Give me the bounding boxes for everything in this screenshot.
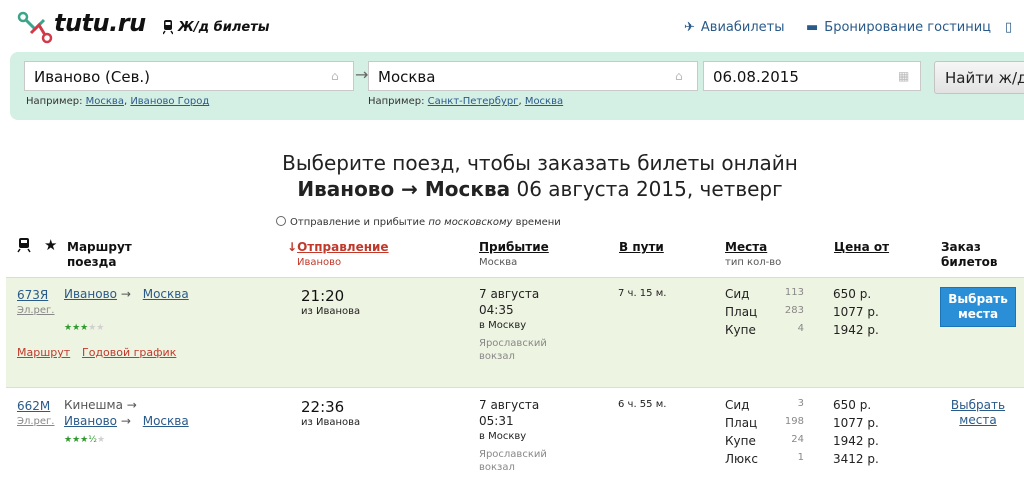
departure-time: 21:20 (301, 287, 345, 305)
hint-link[interactable]: Москва (86, 96, 124, 107)
train-origin: Кинешма → (64, 398, 137, 412)
find-trains-button[interactable]: Найти ж/д б (934, 61, 1024, 94)
search-panel: Иваново (Сев.) ⌂ → Москва ⌂ 06.08.2015 ▦… (10, 52, 1024, 120)
choose-seats-button[interactable]: Выбрать места (940, 287, 1016, 327)
avia-link[interactable]: ✈ Авиабилеты (684, 20, 785, 35)
to-hint: Например: Санкт-Петербург, Москва (368, 96, 564, 107)
page-title: Выберите поезд, чтобы заказать билеты он… (282, 151, 798, 201)
station-icon: ⌂ (331, 69, 339, 83)
bed-icon: ▬ (806, 20, 819, 35)
hint-link[interactable]: Москва (525, 96, 563, 107)
date-title: 06 августа 2015, четверг (516, 177, 783, 201)
rating-stars: ★★★★★ (64, 323, 105, 333)
table-row: 662М Эл.рег. Кинешма → Иваново → Москва … (6, 389, 1024, 485)
header-departure-sub: Иваново (297, 257, 342, 268)
train-type[interactable]: Эл.рег. (17, 305, 55, 316)
header-arrival[interactable]: Прибытие (479, 240, 549, 255)
departure-from: из Иванова (301, 417, 361, 428)
train-route: Иваново → Москва (64, 414, 189, 428)
route-link[interactable]: Маршрут (17, 346, 70, 359)
seat-list: Сид Плац Купе Люкс (725, 398, 758, 466)
from-hint: Например: Москва, Иваново Город (26, 96, 210, 107)
train-number[interactable]: 662М (17, 399, 50, 413)
row-extra-links: Маршрут Годовой график (17, 345, 176, 359)
travel-duration: 7 ч. 15 м. (618, 288, 667, 299)
train-icon (163, 20, 173, 35)
seat-prices: 650 р. 1077 р. 1942 р. 3412 р. (833, 398, 879, 466)
site-header: tutu.ru Ж/д билеты ✈ Авиабилеты ▬ Брониров… (0, 0, 1024, 52)
header-duration[interactable]: В пути (619, 240, 664, 255)
star-sort-icon[interactable]: ★ (44, 236, 57, 254)
hint-link[interactable]: Санкт-Петербург (428, 96, 519, 107)
seat-counts: 3 198 24 1 (784, 398, 804, 463)
train-sort-icon[interactable] (17, 237, 31, 253)
rating-stars: ★★★½★ (64, 435, 106, 445)
header-departure[interactable]: ↓Отправление (287, 240, 389, 255)
logo-text[interactable]: tutu.ru (54, 9, 146, 37)
travel-duration: 6 ч. 55 м. (618, 399, 667, 410)
arrival-date: 7 августа (479, 287, 540, 301)
arrival-date: 7 августа (479, 398, 540, 412)
hotels-link[interactable]: ▬ Бронирование гостиниц (806, 20, 991, 35)
section-label: Ж/д билеты (178, 20, 270, 35)
sort-arrow-icon: ↓ (287, 240, 298, 254)
departure-time: 22:36 (301, 398, 345, 416)
hint-link[interactable]: Иваново Город (130, 96, 209, 107)
timezone-note: Отправление и прибытие по московскому вр… (276, 216, 561, 228)
table-row: 673Я Эл.рег. Иваново → Москва ★★★★★ Марш… (6, 277, 1024, 388)
plane-icon: ✈ (684, 20, 695, 35)
train-type[interactable]: Эл.рег. (17, 416, 55, 427)
arrival-to: в Москву (479, 431, 527, 442)
header-arrival-sub: Москва (479, 257, 518, 268)
tutu-logo-icon[interactable] (17, 10, 55, 44)
date-input[interactable]: 06.08.2015 ▦ (703, 61, 921, 91)
seat-list: Сид Плац Купе (725, 287, 758, 337)
departure-from: из Иванова (301, 306, 361, 317)
arrival-time: 05:31 (479, 414, 514, 428)
header-price[interactable]: Цена от (834, 240, 889, 255)
arrival-station: Ярославский вокзал (479, 449, 547, 473)
train-route: Иваново → Москва (64, 287, 189, 301)
header-order: Заказ билетов (941, 240, 998, 269)
header-route: Маршрут поезда (67, 240, 132, 269)
more-link-icon[interactable]: ▯ (1005, 20, 1018, 35)
choose-seats-link[interactable]: Выбрать места (940, 398, 1016, 428)
direction-arrow-icon: → (355, 65, 369, 84)
from-station-input[interactable]: Иваново (Сев.) ⌂ (24, 61, 354, 91)
calendar-icon[interactable]: ▦ (898, 69, 912, 83)
arrival-station: Ярославский вокзал (479, 338, 547, 362)
to-station-input[interactable]: Москва ⌂ (368, 61, 698, 91)
schedule-link[interactable]: Годовой график (82, 346, 176, 359)
route-title: Иваново → Москва (297, 177, 511, 201)
header-seats[interactable]: Места (725, 240, 767, 255)
seat-prices: 650 р. 1077 р. 1942 р. (833, 287, 879, 337)
station-icon: ⌂ (675, 69, 683, 83)
clock-icon (276, 216, 286, 226)
train-number[interactable]: 673Я (17, 288, 48, 302)
header-seats-sub: тип кол-во (725, 257, 782, 268)
arrival-time: 04:35 (479, 303, 514, 317)
seat-counts: 113 283 4 (784, 287, 804, 334)
arrival-to: в Москву (479, 320, 527, 331)
